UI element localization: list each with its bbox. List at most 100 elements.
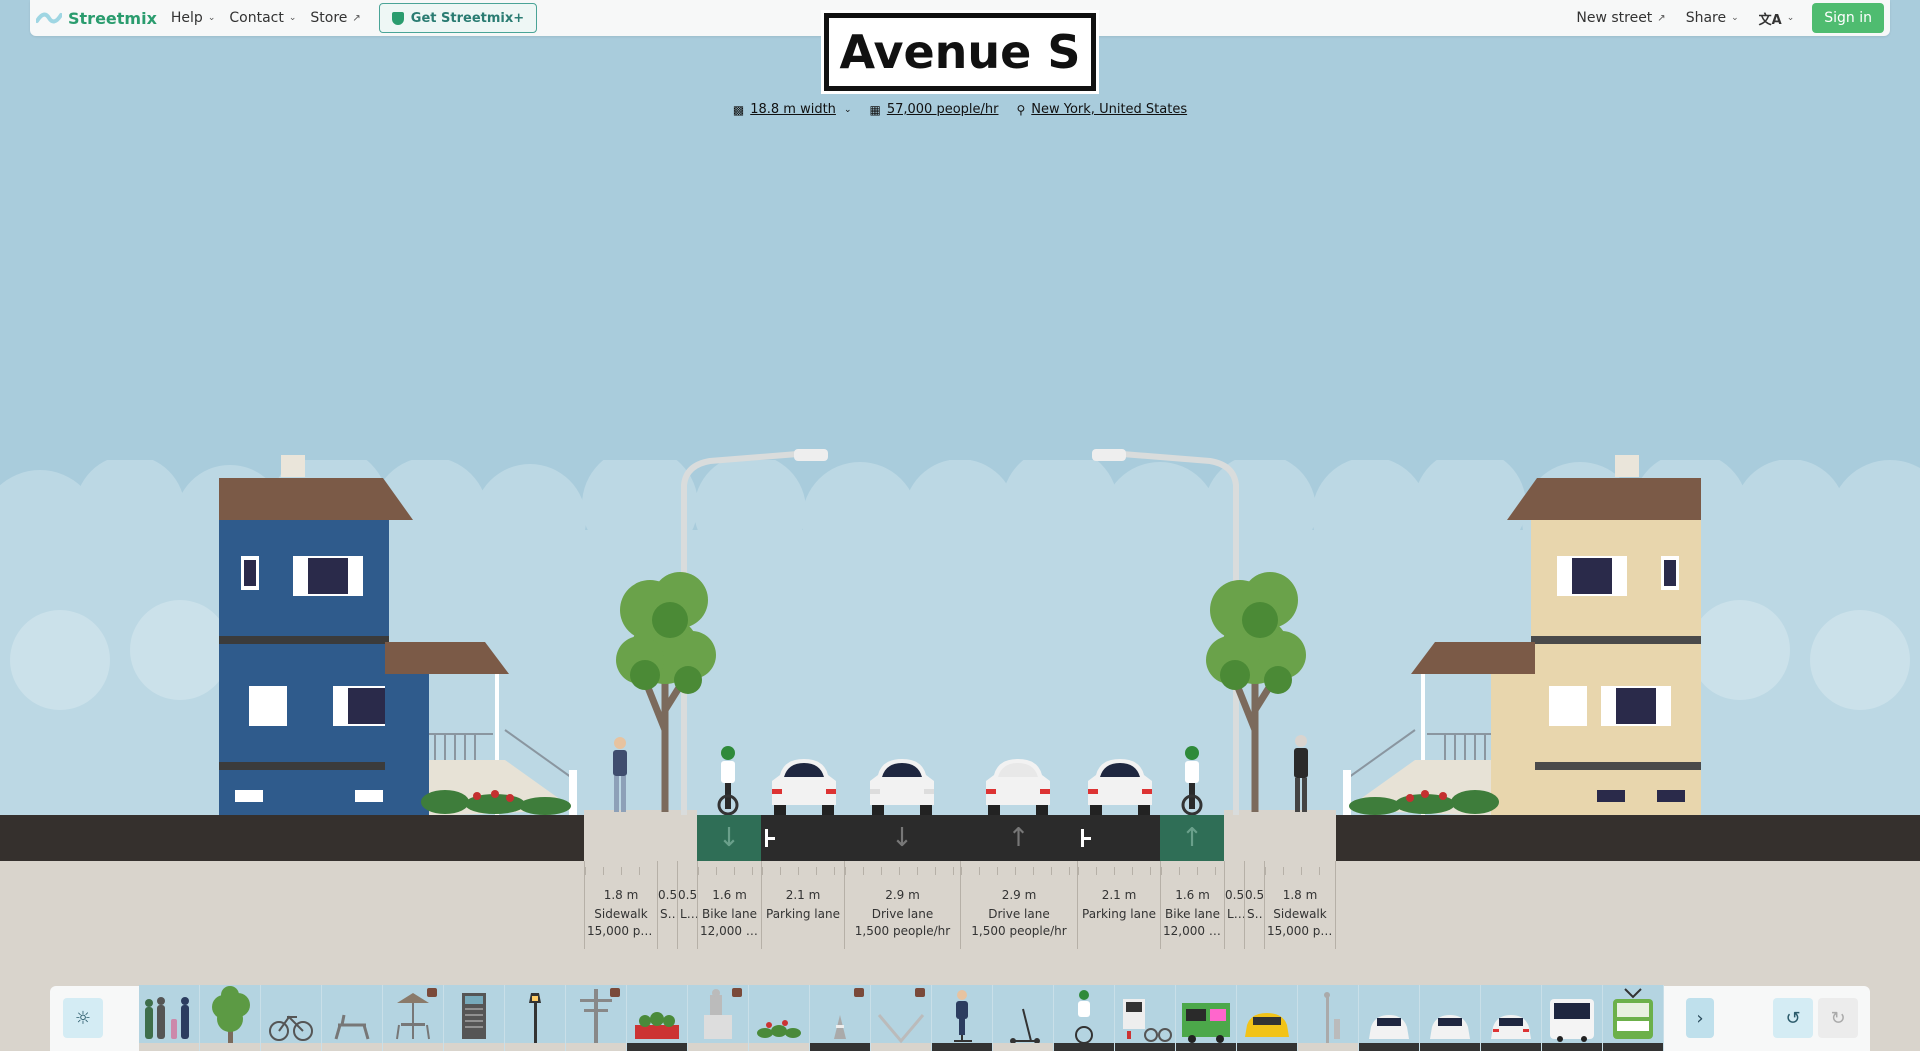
help-menu[interactable]: Help ⌄ (171, 10, 215, 26)
palette-item-ground (1176, 1043, 1236, 1051)
taxi-icon (1245, 1013, 1289, 1037)
segment-name: L... (680, 907, 697, 921)
share-menu[interactable]: Share ⌄ (1686, 10, 1739, 26)
cyclist-left[interactable] (713, 745, 743, 815)
capacity-value: 57,000 people/hr (886, 102, 999, 117)
segment-name: Parking lane (766, 907, 840, 921)
segment-info-sidewalk-left[interactable]: 1.8 m Sidewalk 15,000 pe... (584, 861, 657, 949)
streetmix-logo[interactable]: Streetmix (36, 9, 157, 28)
palette-item[interactable] (444, 985, 505, 1051)
segment-name: Bike lane (702, 907, 757, 921)
palette-item[interactable] (627, 985, 688, 1051)
palette-item-ground (749, 1043, 809, 1051)
left-building[interactable] (205, 450, 585, 816)
street-location[interactable]: ⚲ New York, United States (1016, 102, 1187, 117)
palette-item-ground (139, 1043, 199, 1051)
palette-item-ground (871, 1043, 931, 1051)
get-streetmix-plus-button[interactable]: Get Streetmix+ (378, 3, 538, 33)
store-link-label: Store (310, 10, 348, 26)
palette-item[interactable] (1298, 985, 1359, 1051)
palette-item[interactable] (1054, 985, 1115, 1051)
palette-item[interactable] (749, 985, 810, 1051)
store-link[interactable]: Store ↗ (310, 10, 360, 26)
environment-toggle-button[interactable]: ☼ (63, 998, 103, 1038)
palette-item[interactable] (871, 985, 932, 1051)
pedestrian-right[interactable] (1289, 734, 1313, 814)
segment-info-sidewalk-furniture-left[interactable]: 0.5 S... (657, 861, 677, 949)
palette-item-ground (1542, 1043, 1602, 1051)
segment-info-bike-lane-left[interactable]: 1.6 m Bike lane 12,000 p... (697, 861, 761, 949)
buffer-left-surface[interactable] (655, 810, 697, 861)
palette-item[interactable] (1481, 985, 1542, 1051)
parking-lane-left[interactable] (761, 815, 844, 861)
segment-info-lighting-left[interactable]: 0.5 L... (677, 861, 697, 949)
parked-car-right[interactable] (1084, 755, 1156, 815)
segment-width: 2.1 m (785, 888, 821, 902)
palette-item[interactable] (322, 985, 383, 1051)
parking-marker (1081, 837, 1091, 840)
palette-item-ground (322, 1043, 382, 1051)
palette-item[interactable] (688, 985, 749, 1051)
segment-width: 1.8 m (603, 888, 639, 902)
redo-button[interactable]: ↻ (1818, 998, 1858, 1038)
chevron-down-icon: ⌄ (1786, 13, 1795, 23)
palette-scroll-right-button[interactable]: › (1686, 998, 1714, 1038)
bike-lane-left[interactable]: ↓ (697, 815, 761, 861)
palette-item[interactable] (566, 985, 627, 1051)
bike-rack-icon (269, 1015, 313, 1041)
language-menu[interactable]: 文A ⌄ (1759, 9, 1795, 28)
street-width-menu[interactable]: ▩ 18.8 m width ⌄ (733, 102, 852, 117)
palette-item[interactable] (200, 985, 261, 1051)
palette-item[interactable] (1176, 985, 1237, 1051)
segment-info-drive-lane-right[interactable]: 2.9 m Drive lane 1,500 people/hr (960, 861, 1077, 949)
palette-item[interactable] (505, 985, 566, 1051)
segment-capacity: 12,000 p... (700, 924, 761, 938)
drive-car-left[interactable] (866, 755, 938, 815)
arrow-down-icon: ↓ (718, 823, 740, 853)
contact-menu[interactable]: Contact ⌄ (229, 10, 296, 26)
segment-capacity: 15,000 pe... (1267, 924, 1335, 938)
street-name-sign[interactable]: Avenue S (821, 10, 1099, 94)
new-street-link[interactable]: New street ↗ (1576, 10, 1665, 26)
bike-lane-right[interactable]: ↑ (1160, 815, 1224, 861)
palette-item[interactable] (1420, 985, 1481, 1051)
right-building[interactable] (1335, 450, 1715, 816)
cyclist-right[interactable] (1177, 745, 1207, 815)
palette-item[interactable] (383, 985, 444, 1051)
lock-icon (610, 988, 620, 997)
segment-info-bike-lane-right[interactable]: 1.6 m Bike lane 12,000 p... (1160, 861, 1224, 949)
pedestrian-left[interactable] (608, 736, 632, 814)
help-menu-label: Help (170, 10, 203, 26)
segment-info-sidewalk-right[interactable]: 1.8 m Sidewalk 15,000 pe... (1264, 861, 1336, 949)
undo-button[interactable]: ↺ (1773, 998, 1813, 1038)
parking-lane-right[interactable] (1077, 815, 1160, 861)
drive-lane-right[interactable]: ↑ (960, 815, 1077, 861)
segment-info-parking-lane-left[interactable]: 2.1 m Parking lane (761, 861, 844, 949)
lock-icon (854, 988, 864, 997)
palette-item[interactable] (1542, 985, 1603, 1051)
palette-item[interactable] (1603, 985, 1664, 1051)
drive-lane-left[interactable]: ↓ (844, 815, 960, 861)
arrow-up-icon: ↑ (1007, 823, 1030, 853)
palette-item[interactable] (810, 985, 871, 1051)
segment-width: 0.5 (658, 888, 677, 902)
segment-info-parking-lane-right[interactable]: 2.1 m Parking lane (1077, 861, 1160, 949)
street-capacity[interactable]: ▦ 57,000 people/hr (869, 102, 998, 117)
parked-car-left[interactable] (768, 755, 840, 815)
sign-in-button[interactable]: Sign in (1812, 3, 1884, 33)
palette-item[interactable] (1237, 985, 1298, 1051)
segment-info-lighting-right[interactable]: 0.5 L... (1224, 861, 1244, 949)
palette-item[interactable] (139, 985, 200, 1051)
contact-menu-label: Contact (229, 10, 284, 26)
palette-item[interactable] (261, 985, 322, 1051)
palette-item[interactable] (932, 985, 993, 1051)
palette-item[interactable] (1359, 985, 1420, 1051)
segment-info-drive-lane-left[interactable]: 2.9 m Drive lane 1,500 people/hr (844, 861, 960, 949)
palette-item-ground (688, 1043, 748, 1051)
drive-car-right[interactable] (982, 755, 1054, 815)
chevron-right-icon: › (1696, 1007, 1704, 1029)
palette-item[interactable] (1115, 985, 1176, 1051)
segment-info-sidewalk-furniture-right[interactable]: 0.5 S... (1244, 861, 1264, 949)
palette-item[interactable] (993, 985, 1054, 1051)
buffer-right-surface[interactable] (1224, 810, 1272, 861)
